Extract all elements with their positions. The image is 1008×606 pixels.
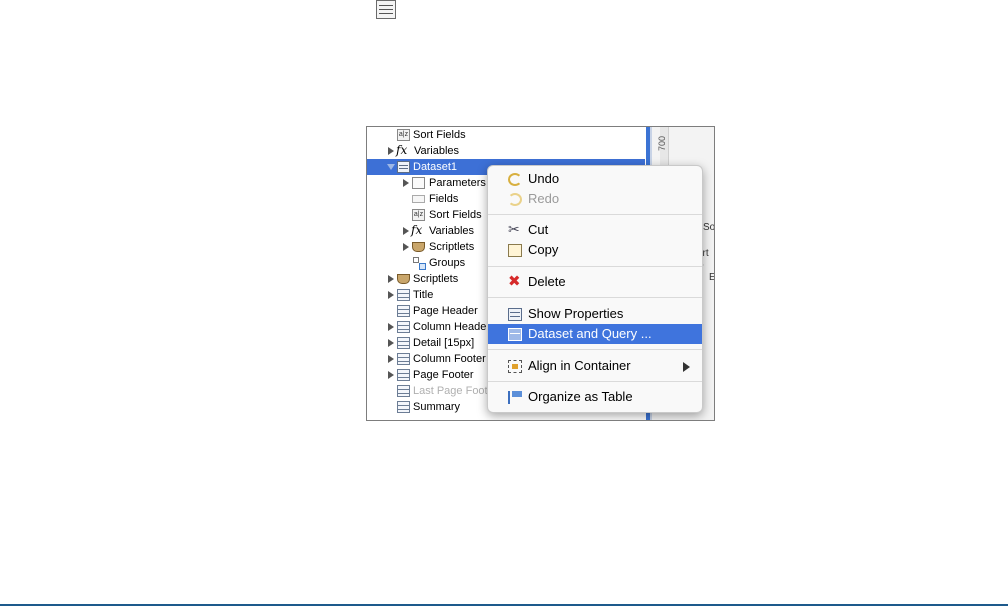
dataset-icon — [397, 161, 410, 173]
band-icon — [397, 401, 410, 413]
expand-arrow-icon[interactable] — [388, 323, 394, 331]
background-text: Sor — [703, 222, 715, 233]
context-menu: Undo Redo ✂ Cut Copy ✖ Delete Show Prope… — [487, 165, 703, 413]
tree-item-label: Scriptlets — [413, 273, 459, 285]
band-icon — [397, 353, 410, 365]
tree-item-label: Parameters — [429, 177, 486, 189]
band-icon — [397, 337, 410, 349]
tree-item-label: Sort Fields — [429, 209, 482, 221]
undo-icon — [508, 173, 522, 186]
menu-item-organize-as-table[interactable]: Organize as Table — [488, 387, 702, 407]
redo-icon — [508, 193, 522, 206]
menu-item-label: Cut — [528, 222, 549, 237]
band-icon — [397, 289, 410, 301]
tree-item-label: Column Heade — [413, 321, 487, 333]
menu-item-label: Show Properties — [528, 306, 624, 321]
menu-item-label: Organize as Table — [528, 389, 633, 404]
fields-icon — [412, 195, 425, 203]
expand-arrow-icon[interactable] — [403, 179, 409, 187]
parameters-icon — [412, 177, 425, 189]
tree-item-label: Groups — [429, 257, 466, 269]
fx-icon: fx — [411, 223, 423, 237]
band-icon — [397, 385, 410, 397]
tree-item-label: Title — [413, 289, 434, 301]
menu-item-align-in-container[interactable]: Align in Container — [488, 356, 702, 376]
expand-arrow-icon[interactable] — [403, 227, 409, 235]
expand-arrow-icon[interactable] — [388, 371, 394, 379]
tree-item-label: Sort Fields — [413, 129, 466, 141]
fx-icon: fx — [396, 143, 408, 157]
delete-icon: ✖ — [508, 273, 521, 290]
menu-item-label: Copy — [528, 242, 559, 257]
menu-item-undo[interactable]: Undo — [488, 169, 702, 189]
tree-item-sort-fields[interactable]: a|z Sort Fields — [367, 127, 645, 143]
tree-item-label: Page Footer — [413, 369, 474, 381]
menu-separator — [488, 381, 702, 382]
sort-az-icon: a|z — [397, 129, 410, 141]
menu-separator — [488, 214, 702, 215]
tree-item-label: Detail [15px] — [413, 337, 475, 349]
scriptlet-icon — [412, 242, 425, 252]
menu-item-label: Redo — [528, 191, 560, 206]
menu-item-copy[interactable]: Copy — [488, 240, 702, 260]
tree-item-label: Variables — [429, 225, 475, 237]
background-text: E — [709, 272, 714, 283]
menu-item-cut[interactable]: ✂ Cut — [488, 220, 702, 240]
tree-item-label: Fields — [429, 193, 459, 205]
tree-item-label: Last Page Foot — [413, 385, 488, 397]
report-outline-screenshot: a|z Sort Fields fx Variables Dataset1 Pa… — [366, 126, 715, 421]
tree-item-label: Summary — [413, 401, 461, 413]
submenu-arrow-icon — [683, 362, 690, 372]
expand-arrow-icon[interactable] — [388, 291, 394, 299]
collapse-arrow-icon[interactable] — [387, 164, 395, 170]
groups-icon — [413, 257, 426, 270]
menu-separator — [488, 349, 702, 350]
band-icon — [397, 321, 410, 333]
menu-item-label: Align in Container — [528, 358, 631, 373]
menu-item-label: Delete — [528, 274, 566, 289]
tree-item-label: Page Header — [413, 305, 478, 317]
expand-arrow-icon[interactable] — [388, 339, 394, 347]
tree-item-label: Dataset1 — [413, 161, 458, 173]
menu-item-label: Undo — [528, 171, 560, 186]
menu-separator — [488, 266, 702, 267]
ruler-mark: 700 — [657, 135, 667, 151]
dataset-query-icon — [508, 328, 522, 341]
expand-arrow-icon[interactable] — [403, 243, 409, 251]
expand-arrow-icon[interactable] — [388, 147, 394, 155]
table-icon — [508, 391, 522, 404]
menu-item-show-properties[interactable]: Show Properties — [488, 304, 702, 324]
sort-az-icon: a|z — [412, 209, 425, 221]
menu-item-dataset-and-query[interactable]: Dataset and Query ... — [488, 324, 702, 344]
tree-item-label: Variables — [414, 145, 460, 157]
expand-arrow-icon[interactable] — [388, 355, 394, 363]
menu-item-redo[interactable]: Redo — [488, 189, 702, 209]
copy-icon — [508, 244, 522, 257]
menu-separator — [488, 297, 702, 298]
band-icon — [397, 369, 410, 381]
tree-item-label: Scriptlets — [429, 241, 475, 253]
dataset-toolbar-icon — [376, 0, 396, 19]
tree-item-label: Column Footer — [413, 353, 486, 365]
scriptlet-icon — [397, 274, 410, 284]
align-icon — [508, 360, 522, 373]
scissors-icon: ✂ — [508, 221, 520, 237]
menu-item-label: Dataset and Query ... — [528, 326, 652, 341]
properties-icon — [508, 308, 522, 321]
menu-item-delete[interactable]: ✖ Delete — [488, 272, 702, 292]
band-icon — [397, 305, 410, 317]
tree-item-variables[interactable]: fx Variables — [367, 143, 645, 159]
expand-arrow-icon[interactable] — [388, 275, 394, 283]
